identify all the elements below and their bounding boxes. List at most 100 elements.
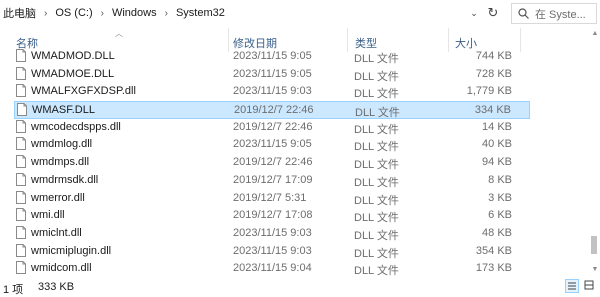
file-row[interactable]: wmi.dll 2019/12/7 17:08 DLL 文件 6 KB [14, 207, 530, 225]
file-type: DLL 文件 [354, 88, 399, 101]
file-size: 1,779 KB [466, 85, 512, 98]
file-type: DLL 文件 [354, 247, 399, 260]
file-modified-date: 2023/11/15 9:03 [233, 244, 312, 257]
file-modified-date: 2019/12/7 22:46 [234, 104, 314, 117]
file-row[interactable]: wmicmiplugin.dll 2023/11/15 9:03 DLL 文件 354… [14, 243, 530, 261]
dll-file-icon [16, 243, 26, 257]
file-type: DLL 文件 [354, 141, 399, 154]
details-view-icon[interactable] [565, 279, 579, 293]
file-row[interactable]: wmdrmsdk.dll 2019/12/7 17:09 DLL 文件 8 KB [14, 172, 530, 190]
dll-file-icon [16, 49, 26, 62]
dll-file-icon [16, 137, 26, 151]
file-modified-date: 2023/11/15 9:04 [233, 262, 312, 275]
dll-file-icon [16, 155, 26, 169]
file-type: DLL 文件 [354, 53, 399, 65]
breadcrumb-drive[interactable]: OS (C:) [55, 7, 92, 19]
large-icons-view-icon[interactable] [583, 279, 597, 293]
file-row[interactable]: wmdmps.dll 2019/12/7 22:46 DLL 文件 94 KB [14, 154, 530, 172]
file-modified-date: 2019/12/7 22:46 [233, 120, 313, 133]
search-box[interactable]: 在 Syste... [511, 3, 597, 24]
file-name[interactable]: wmcodecdspps.dll [31, 121, 121, 133]
scroll-down-icon[interactable]: ▼ [590, 266, 600, 273]
file-row[interactable]: wmidcom.dll 2023/11/15 9:04 DLL 文件 173 KB [14, 260, 530, 278]
dll-file-icon [17, 103, 27, 117]
file-row[interactable]: WMALFXGFXDSP.dll 2023/11/15 9:03 DLL 文件 1,7… [14, 83, 530, 101]
file-size: 6 KB [488, 209, 512, 222]
refresh-icon[interactable]: ↻ [484, 3, 502, 23]
file-name[interactable]: wmerror.dll [31, 192, 85, 204]
file-row[interactable]: wmiclnt.dll 2023/11/15 9:03 DLL 文件 48 KB [14, 225, 530, 243]
file-modified-date: 2019/12/7 5:31 [233, 191, 307, 204]
file-name[interactable]: wmicmiplugin.dll [31, 245, 111, 257]
file-modified-date: 2019/12/7 17:08 [233, 209, 313, 222]
file-name[interactable]: WMALFXGFXDSP.dll [31, 85, 136, 97]
file-size: 173 KB [475, 262, 512, 275]
search-input[interactable]: 在 Syste... [535, 6, 586, 22]
file-modified-date: 2023/11/15 9:05 [233, 138, 312, 151]
dll-file-icon [16, 84, 26, 98]
file-size: 48 KB [482, 226, 512, 239]
file-row[interactable]: wmerror.dll 2019/12/7 5:31 DLL 文件 3 KB [14, 190, 530, 208]
chevron-down-icon[interactable]: ⌄ [466, 5, 482, 21]
file-modified-date: 2023/11/15 9:05 [233, 67, 312, 80]
status-bar: 1 项 333 KB [0, 277, 600, 297]
file-name[interactable]: WMASF.DLL [32, 104, 95, 116]
file-modified-date: 2023/11/15 9:03 [233, 85, 312, 98]
file-row[interactable]: wmcodecdspps.dll 2019/12/7 22:46 DLL 文件 14 … [14, 119, 530, 137]
item-count: 1 项 [3, 284, 24, 296]
breadcrumb-separator-icon[interactable]: › [165, 8, 168, 19]
file-type: DLL 文件 [354, 212, 399, 225]
file-modified-date: 2023/11/15 9:03 [233, 226, 312, 239]
file-name[interactable]: wmi.dll [31, 209, 65, 221]
scrollbar-thumb[interactable] [591, 236, 597, 254]
file-type: DLL 文件 [354, 123, 399, 136]
file-size: 40 KB [482, 138, 512, 151]
dll-file-icon [16, 66, 26, 80]
file-name[interactable]: wmidcom.dll [31, 262, 92, 274]
file-size: 334 KB [474, 104, 511, 117]
dll-file-icon [16, 225, 26, 239]
file-modified-date: 2019/12/7 17:09 [233, 173, 313, 186]
file-list: WMADMOD.DLL 2023/11/15 9:05 DLL 文件 744 KB WM… [0, 48, 590, 278]
scroll-up-icon[interactable]: ▲ [590, 30, 600, 37]
breadcrumb-separator-icon[interactable]: › [44, 8, 47, 19]
file-row[interactable]: WMADMOD.DLL 2023/11/15 9:05 DLL 文件 744 KB [14, 48, 530, 66]
dll-file-icon [16, 190, 26, 204]
file-size: 354 KB [475, 244, 512, 257]
file-type: DLL 文件 [354, 265, 399, 278]
file-row[interactable]: wmdmlog.dll 2023/11/15 9:05 DLL 文件 40 KB [14, 136, 530, 154]
breadcrumb-system32[interactable]: System32 [176, 7, 225, 19]
file-type: DLL 文件 [354, 176, 399, 189]
file-size: 94 KB [482, 156, 512, 169]
breadcrumb-this-pc[interactable]: 此电脑 [3, 5, 36, 21]
dll-file-icon [16, 208, 26, 222]
selected-size: 333 KB [38, 281, 75, 293]
file-type: DLL 文件 [354, 159, 399, 172]
search-icon [518, 8, 529, 19]
file-size: 744 KB [475, 50, 512, 62]
file-name[interactable]: wmdmlog.dll [31, 138, 92, 150]
file-name[interactable]: WMADMOD.DLL [31, 50, 115, 62]
sort-up-icon: ︿ [115, 29, 123, 38]
file-size: 8 KB [488, 173, 512, 186]
file-size: 3 KB [488, 191, 512, 204]
dll-file-icon [16, 172, 26, 186]
file-modified-date: 2023/11/15 9:05 [233, 50, 312, 62]
file-name[interactable]: WMADMOE.DLL [31, 68, 114, 80]
file-type: DLL 文件 [354, 229, 399, 242]
file-type: DLL 文件 [354, 194, 399, 207]
breadcrumb-windows[interactable]: Windows [112, 7, 157, 19]
file-modified-date: 2019/12/7 22:46 [233, 156, 313, 169]
address-bar: 此电脑 › OS (C:) › Windows › System32 ⌄ ↻ 在… [0, 0, 600, 28]
file-row[interactable]: WMASF.DLL 2019/12/7 22:46 DLL 文件 334 KB [14, 101, 530, 119]
file-name[interactable]: wmiclnt.dll [31, 227, 82, 239]
file-name[interactable]: wmdmps.dll [31, 156, 89, 168]
file-type: DLL 文件 [355, 107, 400, 120]
file-name[interactable]: wmdrmsdk.dll [31, 174, 98, 186]
dll-file-icon [16, 261, 26, 275]
file-size: 14 KB [482, 120, 512, 133]
breadcrumb-separator-icon[interactable]: › [101, 8, 104, 19]
file-row[interactable]: WMADMOE.DLL 2023/11/15 9:05 DLL 文件 728 KB [14, 66, 530, 84]
breadcrumb[interactable]: 此电脑 › OS (C:) › Windows › System32 [0, 3, 486, 23]
file-type: DLL 文件 [354, 70, 399, 83]
